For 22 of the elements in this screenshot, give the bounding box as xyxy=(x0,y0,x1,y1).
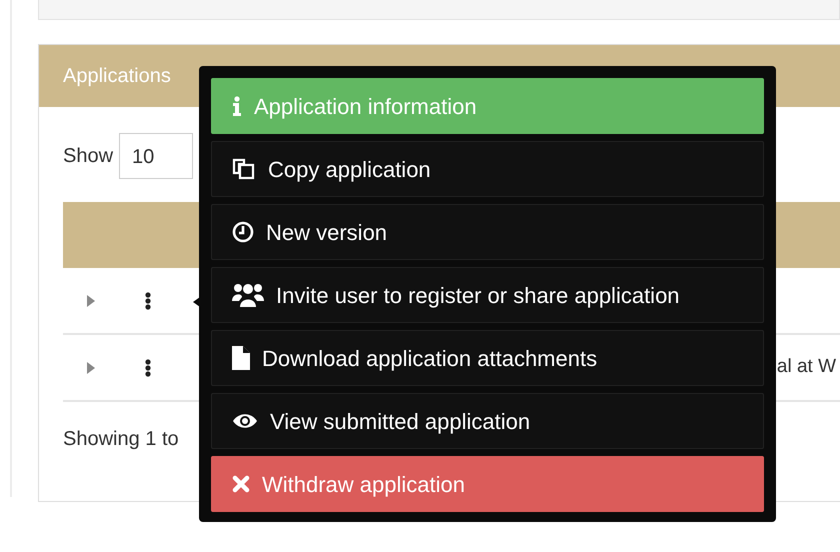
users-icon xyxy=(232,283,264,307)
expand-icon[interactable] xyxy=(87,294,95,306)
menu-item[interactable]: New version xyxy=(211,204,764,260)
menu-item[interactable]: Copy application xyxy=(211,141,764,197)
kebab-menu-icon[interactable] xyxy=(145,358,151,376)
kebab-menu-icon[interactable] xyxy=(145,292,151,310)
panel-title: Applications xyxy=(63,64,171,89)
menu-item[interactable]: Invite user to register or share application xyxy=(211,267,764,323)
close-icon xyxy=(232,475,250,493)
eye-icon xyxy=(232,413,258,429)
menu-item[interactable]: View submitted application xyxy=(211,393,764,449)
clock-icon xyxy=(232,221,254,243)
expand-icon[interactable] xyxy=(87,362,95,374)
info-icon xyxy=(232,96,242,116)
show-label: Show xyxy=(63,144,114,169)
table-info: Showing 1 to xyxy=(63,428,179,450)
table-cell-text: al at W xyxy=(776,355,836,380)
file-icon xyxy=(232,346,250,370)
menu-item[interactable]: Withdraw application xyxy=(211,456,764,512)
copy-icon xyxy=(232,158,256,180)
page-length-select[interactable]: 10 xyxy=(119,133,194,179)
menu-item[interactable]: Download application attachments xyxy=(211,330,764,386)
